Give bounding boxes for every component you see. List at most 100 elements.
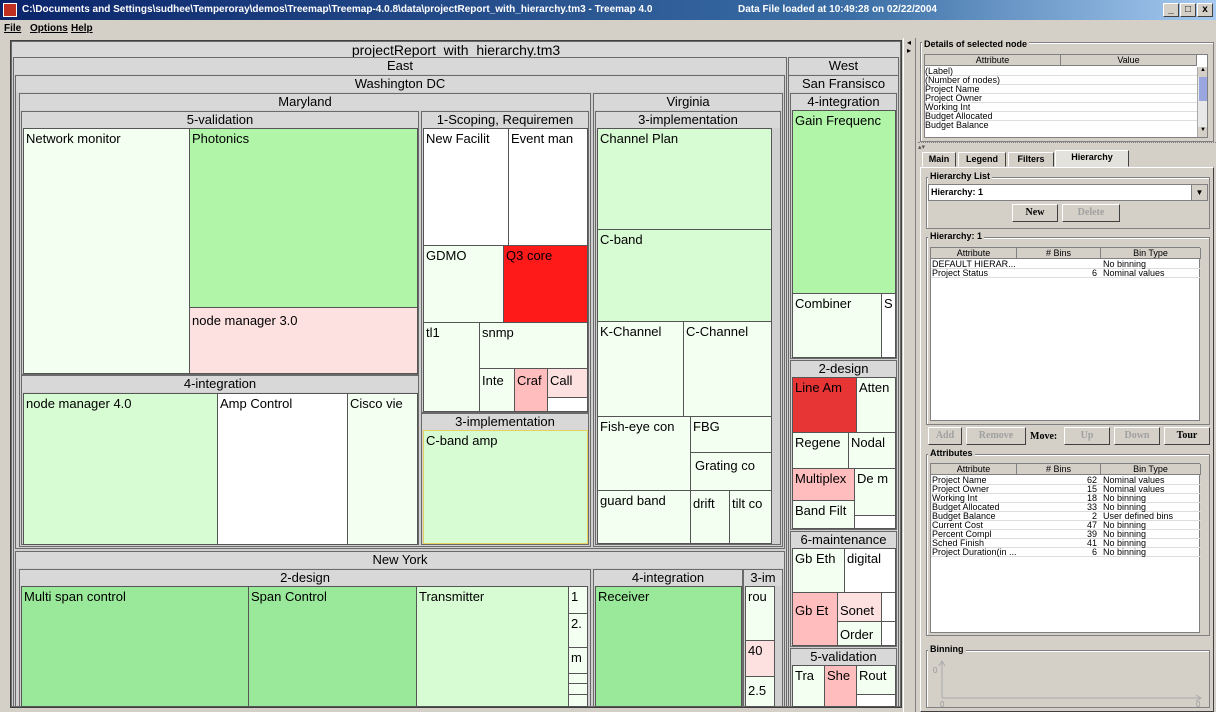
- minimize-button[interactable]: _: [1163, 3, 1179, 17]
- scroll-thumb[interactable]: [1199, 77, 1207, 101]
- attribute-row[interactable]: Project Name 62 Nominal values: [931, 476, 1201, 485]
- leaf-m[interactable]: m: [568, 647, 588, 674]
- maximize-button[interactable]: □: [1180, 3, 1196, 17]
- leaf-amp-control[interactable]: Amp Control: [217, 393, 348, 545]
- leaf-dem[interactable]: De m: [854, 468, 896, 516]
- menu-file[interactable]: File: [4, 23, 21, 34]
- h1-col-type[interactable]: Bin Type: [1101, 248, 1201, 259]
- h1-col-attribute[interactable]: Attribute: [931, 248, 1017, 259]
- h1-col-bins[interactable]: # Bins: [1017, 248, 1101, 259]
- new-button[interactable]: New: [1012, 204, 1058, 222]
- leaf-digital[interactable]: digital: [844, 548, 896, 593]
- h1-row[interactable]: DEFAULT HIERAR... No binning: [931, 260, 1201, 269]
- attribute-row[interactable]: Project Owner 15 Nominal values: [931, 485, 1201, 494]
- details-row[interactable]: Budget Allocated: [925, 112, 1197, 121]
- remove-button[interactable]: Remove: [966, 427, 1026, 445]
- details-row[interactable]: Project Owner: [925, 94, 1197, 103]
- leaf-nodal[interactable]: Nodal: [848, 432, 896, 469]
- leaf-cband[interactable]: C-band: [597, 229, 772, 322]
- hierarchy1-table[interactable]: Attribute # Bins Bin Type DEFAULT HIERAR…: [930, 247, 1201, 421]
- tour-button[interactable]: Tour: [1164, 427, 1210, 445]
- hierarchy-select[interactable]: Hierarchy: 1 ▼: [928, 184, 1208, 201]
- leaf-two[interactable]: 2.: [568, 613, 588, 648]
- details-divider[interactable]: ▴▾: [918, 142, 1216, 151]
- details-col-attribute[interactable]: Attribute: [925, 55, 1061, 66]
- leaf-grating[interactable]: Grating co: [690, 452, 772, 491]
- down-button[interactable]: Down: [1114, 427, 1160, 445]
- scroll-up-icon[interactable]: ▲: [1198, 67, 1207, 77]
- attribute-row[interactable]: Percent Compl 39 No binning: [931, 530, 1201, 539]
- leaf-cisco-vie[interactable]: Cisco vie: [347, 393, 418, 545]
- leaf-snmp[interactable]: snmp: [479, 322, 588, 369]
- leaf-tra[interactable]: Tra: [792, 665, 825, 707]
- leaf-tilt[interactable]: tilt co: [729, 490, 772, 544]
- leaf-multi-span[interactable]: Multi span control: [21, 586, 249, 707]
- leaf-gain-frequenc[interactable]: Gain Frequenc: [792, 110, 896, 294]
- panel-splitter[interactable]: ◂ ▸: [903, 38, 916, 712]
- leaf-gb-eth[interactable]: Gb Eth: [792, 548, 845, 593]
- leaf-span-control[interactable]: Span Control: [248, 586, 417, 707]
- tab-hierarchy[interactable]: Hierarchy: [1055, 150, 1129, 167]
- attribute-row[interactable]: Budget Balance 2 User defined bins: [931, 512, 1201, 521]
- attributes-table[interactable]: Attribute # Bins Bin Type Project Name 62…: [930, 463, 1201, 633]
- leaf-gdmo[interactable]: GDMO: [423, 245, 504, 323]
- leaf-node-manager-3[interactable]: node manager 3.0: [189, 307, 418, 374]
- leaf-drift[interactable]: drift: [690, 490, 730, 544]
- leaf-line-am[interactable]: Line Am: [792, 377, 857, 433]
- details-row[interactable]: Working Int: [925, 103, 1197, 112]
- leaf-s[interactable]: S: [881, 293, 896, 358]
- leaf-fbg[interactable]: FBG: [690, 416, 772, 453]
- leaf-node-manager-4[interactable]: node manager 4.0: [23, 393, 218, 545]
- attr-col-attribute[interactable]: Attribute: [931, 464, 1017, 475]
- attribute-row[interactable]: Current Cost 47 No binning: [931, 521, 1201, 530]
- leaf-event-man[interactable]: Event man: [508, 128, 588, 246]
- details-table[interactable]: Attribute Value (Label) (Number of nodes…: [924, 54, 1208, 138]
- leaf-sf-small[interactable]: [854, 515, 896, 529]
- tab-legend[interactable]: Legend: [958, 152, 1006, 167]
- leaf-rout[interactable]: Rout: [856, 665, 896, 695]
- menu-options[interactable]: Options: [30, 23, 68, 34]
- attr-col-bins[interactable]: # Bins: [1017, 464, 1101, 475]
- leaf-fisheye[interactable]: Fish-eye con: [597, 416, 691, 491]
- leaf-kchannel[interactable]: K-Channel: [597, 321, 684, 417]
- leaf-tl1[interactable]: tl1: [423, 322, 480, 412]
- leaf-she[interactable]: She: [824, 665, 857, 707]
- leaf-photonics[interactable]: Photonics: [189, 128, 418, 308]
- leaf-order[interactable]: Order: [837, 621, 882, 646]
- leaf-channel-plan[interactable]: Channel Plan: [597, 128, 772, 230]
- details-row[interactable]: Budget Balance: [925, 121, 1197, 130]
- attr-col-type[interactable]: Bin Type: [1101, 464, 1201, 475]
- leaf-call[interactable]: Call: [547, 368, 588, 398]
- leaf-gb-et[interactable]: Gb Et: [792, 592, 838, 646]
- leaf-sf-small-2[interactable]: [881, 592, 896, 622]
- leaf-combiner[interactable]: Combiner: [792, 293, 882, 358]
- leaf-q3-core[interactable]: Q3 core: [503, 245, 588, 323]
- h1-row[interactable]: Project Status 6 Nominal values: [931, 269, 1201, 278]
- attribute-row[interactable]: Working Int 18 No binning: [931, 494, 1201, 503]
- leaf-sonet[interactable]: Sonet: [837, 592, 882, 622]
- close-button[interactable]: x: [1197, 3, 1213, 17]
- attribute-row[interactable]: Project Duration(in ... 6 No binning: [931, 548, 1201, 557]
- attribute-row[interactable]: Budget Allocated 33 No binning: [931, 503, 1201, 512]
- chevron-down-icon[interactable]: ▼: [1191, 185, 1207, 200]
- tab-main[interactable]: Main: [922, 152, 956, 167]
- menu-help[interactable]: Help: [71, 23, 93, 34]
- details-row[interactable]: (Number of nodes): [925, 76, 1197, 85]
- leaf-forty[interactable]: 40: [745, 640, 775, 677]
- delete-button[interactable]: Delete: [1062, 204, 1120, 222]
- leaf-multiplex[interactable]: Multiplex: [792, 468, 855, 501]
- scroll-down-icon[interactable]: ▼: [1198, 127, 1207, 137]
- details-col-value[interactable]: Value: [1061, 55, 1197, 66]
- leaf-receiver[interactable]: Receiver: [595, 586, 742, 707]
- leaf-transmitter[interactable]: Transmitter: [416, 586, 569, 707]
- leaf-band-filt[interactable]: Band Filt: [792, 500, 855, 529]
- leaf-regene[interactable]: Regene: [792, 432, 849, 469]
- up-button[interactable]: Up: [1064, 427, 1110, 445]
- leaf-atten[interactable]: Atten: [856, 377, 896, 433]
- leaf-sf-small-4[interactable]: [856, 694, 896, 707]
- details-row[interactable]: (Label): [925, 67, 1197, 76]
- leaf-rou[interactable]: rou: [745, 586, 775, 641]
- leaf-ny-small-3[interactable]: [568, 694, 588, 707]
- leaf-network-monitor[interactable]: Network monitor: [23, 128, 190, 374]
- leaf-one[interactable]: 1: [568, 586, 588, 614]
